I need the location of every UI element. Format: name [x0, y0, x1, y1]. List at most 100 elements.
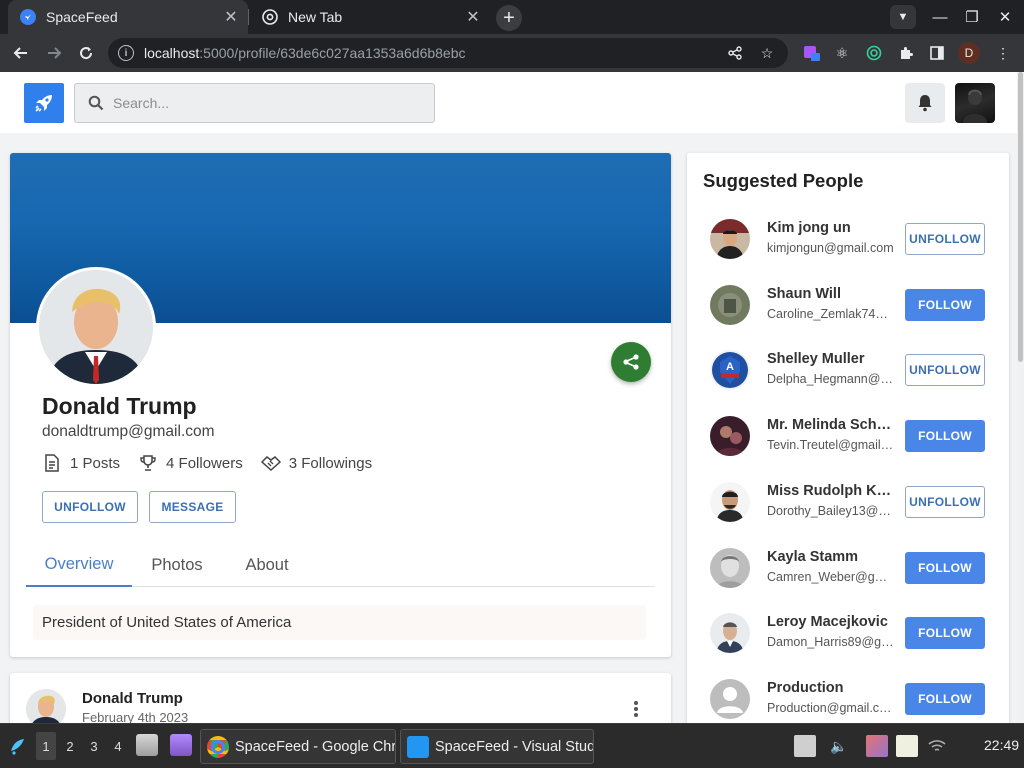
scrollbar-thumb[interactable]	[1018, 72, 1023, 362]
followers-count[interactable]: 4 Followers	[138, 453, 243, 473]
new-tab-button[interactable]: +	[496, 5, 522, 31]
posts-count: 1 Posts	[42, 453, 120, 473]
info-icon[interactable]: i	[118, 45, 134, 61]
star-icon[interactable]: ☆	[756, 42, 778, 64]
person-avatar[interactable]	[710, 482, 750, 522]
chevron-down-icon[interactable]: ▼	[890, 5, 916, 29]
person-avatar[interactable]	[710, 285, 750, 325]
workspace-4[interactable]: 4	[108, 732, 128, 760]
clipboard-icon[interactable]	[896, 735, 918, 757]
taskbar-vscode-window[interactable]: SpaceFeed - Visual Studio Code	[400, 729, 594, 764]
volume-icon[interactable]: 🔈	[828, 735, 850, 757]
start-menu-icon[interactable]	[6, 734, 30, 758]
close-window-button[interactable]: ✕	[993, 6, 1017, 28]
profile-bio: President of United States of America	[33, 605, 646, 640]
person-name[interactable]: Leroy Macejkovic	[767, 614, 895, 630]
chrome-icon	[207, 735, 229, 758]
default-avatar-icon[interactable]	[710, 679, 750, 719]
person-name[interactable]: Shelley Muller	[767, 351, 895, 367]
workspace-2[interactable]: 2	[60, 732, 80, 760]
profile-card: Donald Trump donaldtrump@gmail.com 1 Pos…	[10, 153, 671, 657]
screenshot-tool-icon[interactable]	[866, 735, 888, 757]
close-icon[interactable]: ✕	[464, 7, 482, 27]
rocket-icon	[35, 95, 52, 112]
restore-button[interactable]: ❐	[960, 6, 984, 28]
followings-count[interactable]: 3 Followings	[260, 453, 373, 473]
suggested-person-row: Mr. Melinda Schuster Tevin.Treutel@gmail…	[687, 403, 1009, 469]
back-button[interactable]	[9, 41, 33, 65]
suggested-person-row: Kim jong un kimjongun@gmail.com UNFOLLOW	[687, 206, 1009, 272]
app-launcher-icon[interactable]	[170, 734, 192, 756]
puzzle-icon[interactable]	[896, 43, 916, 63]
follow-button[interactable]: FOLLOW	[905, 289, 985, 321]
person-avatar[interactable]	[710, 416, 750, 456]
suggested-person-row: Shaun Will Caroline_Zemlak74@gmail.com F…	[687, 272, 1009, 338]
app-logo[interactable]	[24, 83, 64, 123]
sidebar-icon[interactable]	[927, 43, 947, 63]
person-email: Caroline_Zemlak74@gmail.com	[767, 307, 895, 321]
follow-button[interactable]: FOLLOW	[905, 683, 985, 715]
person-name[interactable]: Shaun Will	[767, 286, 895, 302]
wifi-icon[interactable]	[926, 735, 948, 757]
taskbar-chrome-window[interactable]: SpaceFeed - Google Chrome	[200, 729, 396, 764]
unfollow-button[interactable]: UNFOLLOW	[905, 223, 985, 255]
search-field[interactable]	[113, 95, 413, 111]
message-button[interactable]: MESSAGE	[149, 491, 236, 523]
target-extension-icon[interactable]	[864, 43, 884, 63]
person-avatar[interactable]	[710, 548, 750, 588]
os-taskbar: 1 2 3 4 SpaceFeed - Google Chrome SpaceF…	[0, 723, 1024, 768]
suggested-person-row: Leroy Macejkovic Damon_Harris89@gmail.co…	[687, 600, 1009, 666]
followings-count-label: 3 Followings	[288, 454, 373, 472]
reload-button[interactable]	[74, 41, 98, 65]
task-title: SpaceFeed - Visual Studio Code	[435, 738, 593, 755]
forward-button[interactable]	[42, 41, 66, 65]
person-avatar[interactable]	[710, 613, 750, 653]
follow-button[interactable]: FOLLOW	[905, 552, 985, 584]
share-icon[interactable]	[724, 42, 746, 64]
person-avatar[interactable]	[710, 219, 750, 259]
notifications-button[interactable]	[905, 83, 945, 123]
person-name[interactable]: Production	[767, 680, 895, 696]
tab-overview[interactable]: Overview	[26, 543, 132, 587]
task-title: SpaceFeed - Google Chrome	[235, 738, 396, 755]
page-scrollbar[interactable]	[1017, 72, 1024, 723]
person-name[interactable]: Miss Rudolph Kling	[767, 483, 895, 499]
workspace-1[interactable]: 1	[36, 732, 56, 760]
follow-button[interactable]: FOLLOW	[905, 420, 985, 452]
follow-button[interactable]: FOLLOW	[905, 617, 985, 649]
suggested-people-card: Suggested People Kim jong un kimjongun@g…	[687, 153, 1009, 733]
tab-about[interactable]: About	[232, 543, 302, 587]
search-input[interactable]	[74, 83, 435, 123]
suggested-person-row: Kayla Stamm Camren_Weber@gmail.com FOLLO…	[687, 535, 1009, 601]
browser-profile-avatar[interactable]: D	[958, 42, 980, 64]
rocket-icon	[20, 9, 36, 25]
workspace-3[interactable]: 3	[84, 732, 104, 760]
person-email: kimjongun@gmail.com	[767, 241, 894, 255]
share-button[interactable]	[611, 342, 651, 382]
unfollow-button[interactable]: UNFOLLOW	[905, 354, 985, 386]
kebab-menu-icon[interactable]: ⋮	[993, 43, 1013, 63]
person-avatar[interactable]: A	[710, 350, 750, 390]
user-avatar[interactable]	[955, 83, 995, 123]
react-devtools-icon[interactable]: ⚛	[832, 43, 852, 63]
person-name[interactable]: Kayla Stamm	[767, 549, 895, 565]
person-name[interactable]: Mr. Melinda Schuster	[767, 417, 895, 433]
document-icon	[42, 453, 62, 473]
drive-icon[interactable]	[794, 735, 816, 757]
unfollow-button[interactable]: UNFOLLOW	[905, 486, 985, 518]
minimize-button[interactable]: —	[928, 6, 952, 28]
file-manager-icon[interactable]	[136, 734, 158, 756]
person-email: Delpha_Hegmann@gmail.com	[767, 372, 895, 386]
post-author-name[interactable]: Donald Trump	[82, 690, 183, 707]
person-name[interactable]: Kim jong un	[767, 220, 895, 236]
close-icon[interactable]: ✕	[222, 7, 240, 27]
extension-icon[interactable]	[802, 43, 822, 63]
app-header	[0, 72, 1020, 133]
browser-tab-spacefeed[interactable]: SpaceFeed ✕	[8, 0, 248, 34]
browser-tab-newtab[interactable]: New Tab ✕	[250, 0, 490, 34]
more-vert-icon[interactable]	[626, 699, 646, 719]
profile-avatar[interactable]	[36, 267, 156, 387]
address-bar[interactable]: i localhost:5000/profile/63de6c027aa1353…	[108, 38, 788, 68]
unfollow-button[interactable]: UNFOLLOW	[42, 491, 138, 523]
tab-photos[interactable]: Photos	[138, 543, 216, 587]
